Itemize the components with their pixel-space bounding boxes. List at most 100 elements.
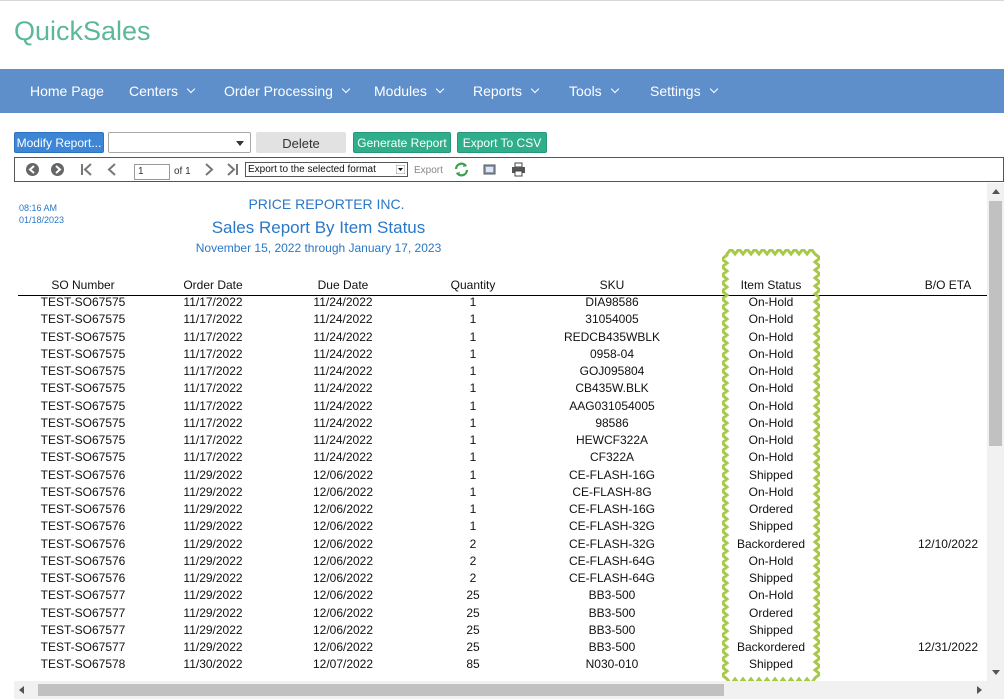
scroll-left-icon[interactable] bbox=[19, 686, 24, 694]
table-row: TEST-SO67575 11/17/2022 11/24/2022 1 AAG0310… bbox=[18, 398, 987, 417]
export-format-select[interactable]: Export to the selected format bbox=[245, 162, 408, 177]
table-row: TEST-SO67575 11/17/2022 11/24/2022 1 98586 On… bbox=[18, 415, 987, 434]
cell-due-date: 11/24/2022 bbox=[313, 295, 373, 309]
cell-quantity: 1 bbox=[469, 467, 477, 482]
nav-label: Tools bbox=[569, 83, 602, 99]
cell-so-number: TEST-SO67575 bbox=[40, 329, 126, 344]
report-date-range: November 15, 2022 through January 17, 20… bbox=[195, 241, 442, 255]
nav-modules[interactable]: Modules bbox=[374, 69, 445, 113]
cell-item-status: Ordered bbox=[748, 605, 794, 620]
cell-due-date: 11/24/2022 bbox=[313, 364, 373, 378]
cell-quantity: 1 bbox=[469, 398, 477, 413]
cell-sku: GOJ095804 bbox=[579, 364, 645, 378]
cell-due-date: 11/24/2022 bbox=[313, 381, 373, 396]
back-icon[interactable] bbox=[25, 162, 40, 177]
export-link[interactable]: Export bbox=[414, 165, 443, 176]
cell-due-date: 11/24/2022 bbox=[313, 329, 373, 344]
cell-due-date: 11/24/2022 bbox=[313, 450, 373, 465]
app-logo[interactable]: QuickSales bbox=[14, 16, 151, 47]
cell-order-date: 11/17/2022 bbox=[183, 381, 243, 396]
cell-sku: CE-FLASH-16G bbox=[568, 502, 656, 516]
nav-home-page[interactable]: Home Page bbox=[30, 69, 104, 113]
table-row: TEST-SO67576 11/29/2022 12/06/2022 1 CE-FLAS… bbox=[18, 503, 987, 520]
cell-quantity: 1 bbox=[469, 484, 477, 499]
cell-sku: 0958-04 bbox=[589, 346, 635, 361]
previous-page-icon[interactable] bbox=[105, 162, 120, 177]
report-title: Sales Report By Item Status bbox=[211, 218, 426, 237]
nav-centers[interactable]: Centers bbox=[129, 69, 196, 113]
cell-so-number: TEST-SO67576 bbox=[40, 519, 126, 534]
modify-report-button[interactable]: Modify Report... bbox=[14, 132, 104, 153]
refresh-icon[interactable] bbox=[453, 161, 470, 178]
cell-quantity: 1 bbox=[469, 502, 477, 516]
page-setup-icon[interactable] bbox=[482, 162, 497, 177]
forward-icon[interactable] bbox=[50, 162, 65, 177]
scroll-up-icon[interactable] bbox=[992, 189, 1000, 194]
scroll-right-icon[interactable] bbox=[977, 686, 982, 694]
cell-order-date: 11/29/2022 bbox=[183, 553, 243, 568]
last-page-icon[interactable] bbox=[225, 162, 240, 177]
cell-so-number: TEST-SO67575 bbox=[40, 346, 126, 361]
cell-quantity: 1 bbox=[469, 433, 477, 447]
nav-settings[interactable]: Settings bbox=[650, 69, 718, 113]
cell-sku: BB3-500 bbox=[588, 622, 636, 637]
cell-due-date: 12/06/2022 bbox=[312, 640, 374, 654]
horizontal-scroll-thumb[interactable] bbox=[38, 684, 724, 696]
chevron-down-icon bbox=[435, 84, 445, 94]
report-select[interactable] bbox=[108, 132, 251, 153]
column-bo-eta: B/O ETA bbox=[924, 278, 972, 292]
cell-so-number: TEST-SO67576 bbox=[40, 553, 126, 568]
cell-order-date: 11/29/2022 bbox=[183, 519, 243, 534]
cell-item-status: On-Hold bbox=[748, 329, 794, 344]
cell-so-number: TEST-SO67575 bbox=[40, 398, 126, 413]
table-row: TEST-SO67576 11/29/2022 12/06/2022 1 CE-FLAS… bbox=[18, 467, 987, 486]
cell-so-number: TEST-SO67578 bbox=[40, 657, 126, 672]
cell-item-status: On-Hold bbox=[748, 484, 794, 499]
scroll-down-icon[interactable] bbox=[992, 670, 1000, 675]
cell-item-status: On-Hold bbox=[748, 346, 794, 361]
table-row: TEST-SO67575 11/17/2022 11/24/2022 1 0958-04… bbox=[18, 346, 987, 365]
print-icon[interactable] bbox=[511, 162, 526, 177]
cell-quantity: 25 bbox=[466, 605, 480, 620]
first-page-icon[interactable] bbox=[79, 162, 94, 177]
dropdown-arrow-icon bbox=[396, 165, 405, 174]
nav-tools[interactable]: Tools bbox=[569, 69, 619, 113]
nav-label: Modules bbox=[374, 83, 427, 99]
cell-sku: N030-010 bbox=[585, 657, 639, 672]
delete-button[interactable]: Delete bbox=[256, 132, 346, 153]
cell-sku: CE-FLASH-8G bbox=[572, 484, 652, 499]
vertical-scrollbar[interactable] bbox=[987, 183, 1004, 681]
cell-item-status: Ordered bbox=[748, 502, 794, 516]
table-row: TEST-SO67576 11/29/2022 12/06/2022 2 CE-FLAS… bbox=[18, 536, 987, 555]
table-row: TEST-SO67575 11/17/2022 11/24/2022 1 3105400… bbox=[18, 313, 987, 330]
nav-reports[interactable]: Reports bbox=[473, 69, 540, 113]
export-csv-button[interactable]: Export To CSV bbox=[457, 132, 547, 153]
cell-order-date: 11/29/2022 bbox=[183, 467, 243, 482]
table-row: TEST-SO67576 11/29/2022 12/06/2022 1 CE-FLAS… bbox=[18, 520, 987, 537]
cell-sku: CE-FLASH-16G bbox=[568, 467, 656, 482]
dropdown-arrow-icon bbox=[236, 141, 244, 146]
cell-sku: CE-FLASH-32G bbox=[568, 536, 656, 551]
cell-so-number: TEST-SO67575 bbox=[40, 450, 126, 465]
table-row: TEST-SO67576 11/29/2022 12/06/2022 2 CE-FLAS… bbox=[18, 553, 987, 572]
cell-item-status: Backordered bbox=[736, 536, 806, 551]
nav-order-processing[interactable]: Order Processing bbox=[224, 69, 351, 113]
next-page-icon[interactable] bbox=[201, 162, 216, 177]
cell-so-number: TEST-SO67575 bbox=[40, 415, 126, 430]
cell-due-date: 12/06/2022 bbox=[312, 536, 374, 551]
cell-so-number: TEST-SO67575 bbox=[40, 364, 126, 378]
cell-quantity: 1 bbox=[469, 450, 477, 465]
cell-item-status: On-Hold bbox=[748, 433, 794, 447]
nav-label: Order Processing bbox=[224, 83, 333, 99]
cell-order-date: 11/30/2022 bbox=[183, 657, 243, 672]
table-row: TEST-SO67576 11/29/2022 12/06/2022 2 CE-FLAS… bbox=[18, 572, 987, 589]
generate-report-button[interactable]: Generate Report bbox=[353, 132, 451, 153]
vertical-scroll-thumb[interactable] bbox=[989, 201, 1002, 446]
cell-quantity: 25 bbox=[466, 640, 480, 654]
cell-order-date: 11/17/2022 bbox=[183, 346, 243, 361]
cell-sku: AAG031054005 bbox=[569, 398, 655, 413]
horizontal-scrollbar[interactable] bbox=[14, 681, 987, 699]
cell-quantity: 1 bbox=[469, 329, 477, 344]
table-row: TEST-SO67575 11/17/2022 11/24/2022 1 CF322A O… bbox=[18, 451, 987, 468]
page-number-input[interactable]: 1 bbox=[134, 164, 170, 180]
